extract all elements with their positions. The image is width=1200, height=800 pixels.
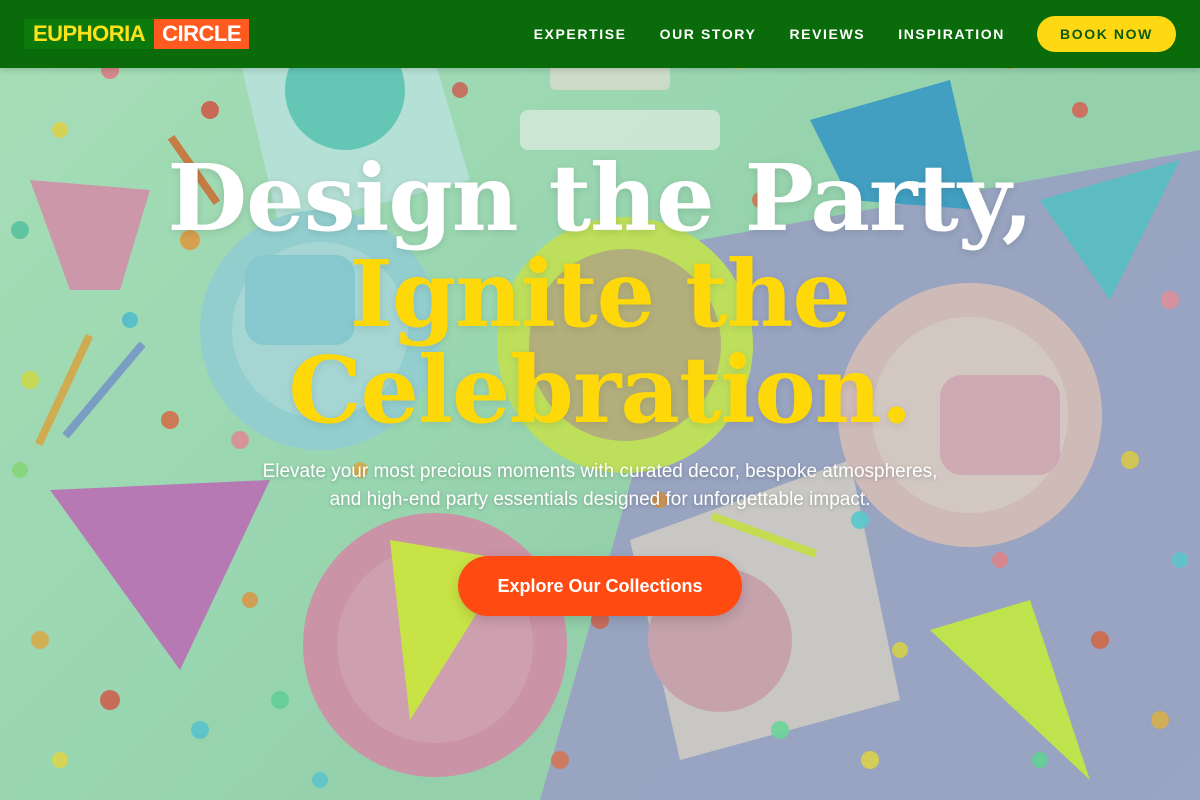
headline-line-2: Ignite the [349, 240, 851, 348]
top-navbar: EUPHORIA CIRCLE EXPERTISE OUR STORY REVI… [0, 0, 1200, 68]
headline-line-3: Celebration. [288, 336, 912, 444]
brand-logo-part2: CIRCLE [154, 19, 250, 49]
brand-logo[interactable]: EUPHORIA CIRCLE [24, 19, 250, 49]
hero-subtitle: Elevate your most precious moments with … [262, 461, 938, 510]
nav-link-expertise[interactable]: EXPERTISE [534, 26, 627, 42]
explore-collections-button[interactable]: Explore Our Collections [458, 556, 742, 616]
hero-headline: Design the Party, Ignite the Celebration… [0, 150, 1200, 438]
brand-logo-part1: EUPHORIA [24, 19, 155, 49]
hero-section: Design the Party, Ignite the Celebration… [0, 150, 1200, 616]
book-now-button[interactable]: BOOK NOW [1037, 16, 1176, 52]
nav-links: EXPERTISE OUR STORY REVIEWS INSPIRATION … [534, 16, 1176, 52]
nav-link-our-story[interactable]: OUR STORY [660, 26, 757, 42]
nav-link-reviews[interactable]: REVIEWS [789, 26, 865, 42]
headline-line-1: Design the Party, [167, 144, 1033, 252]
nav-link-inspiration[interactable]: INSPIRATION [898, 26, 1005, 42]
